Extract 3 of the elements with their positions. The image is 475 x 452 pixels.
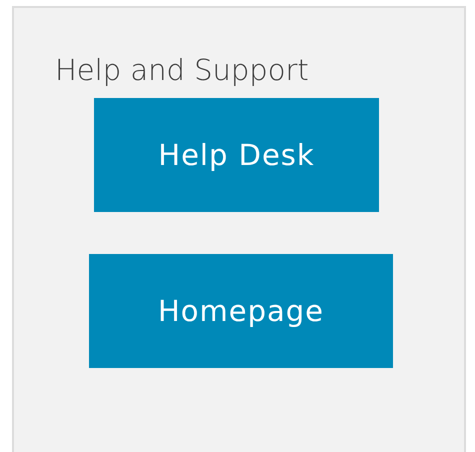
panel-title: Help and Support xyxy=(55,52,310,88)
link-button[interactable]: Homepage xyxy=(89,254,393,368)
link-button[interactable]: Help Desk xyxy=(94,98,379,212)
